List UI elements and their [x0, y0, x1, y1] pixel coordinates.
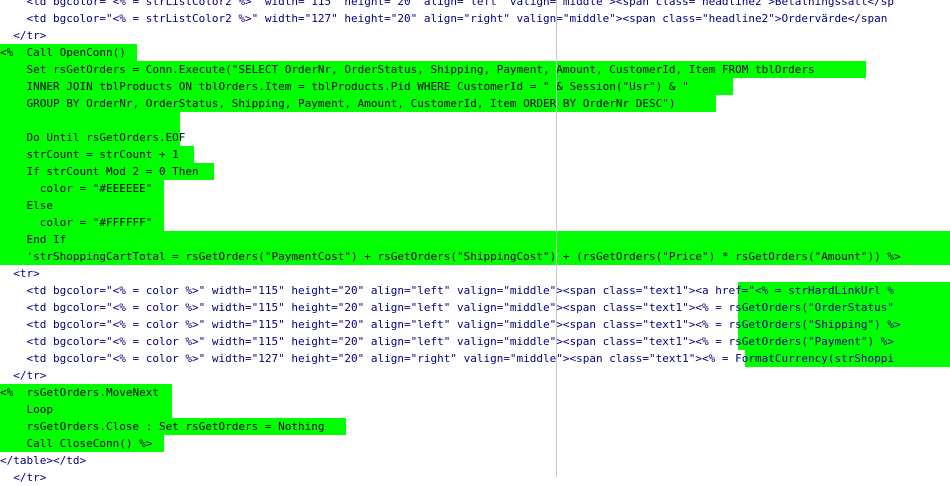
code-line[interactable]: strCount = strCount + 1: [0, 146, 950, 163]
code-line[interactable]: <td bgcolor="<% = strListColor2 %>" widt…: [0, 10, 950, 27]
code-text: Else: [0, 199, 53, 212]
code-line[interactable]: <% rsGetOrders.MoveNext: [0, 384, 950, 401]
code-text: </tr>: [0, 369, 47, 382]
code-line[interactable]: <td bgcolor="<% = strListColor2 %>" widt…: [0, 0, 950, 10]
code-line[interactable]: <td bgcolor="<% = color %>" width="115" …: [0, 299, 950, 316]
code-line[interactable]: End If: [0, 231, 950, 248]
code-text: <td bgcolor="<% = color %>" width="115" …: [0, 301, 895, 314]
code-line[interactable]: If strCount Mod 2 = 0 Then: [0, 163, 950, 180]
code-line[interactable]: Loop: [0, 401, 950, 418]
code-line[interactable]: </tr>: [0, 469, 950, 486]
code-text: End If: [0, 233, 67, 246]
code-line[interactable]: <% Call OpenConn(): [0, 44, 950, 61]
code-text: 'strShoppingCartTotal = rsGetOrders("Pay…: [0, 250, 901, 263]
code-text: <% rsGetOrders.MoveNext: [0, 386, 159, 399]
code-line[interactable]: <tr>: [0, 265, 950, 282]
code-text: <td bgcolor="<% = strListColor2 %>" widt…: [0, 0, 895, 8]
code-text: <td bgcolor="<% = color %>" width="115" …: [0, 284, 895, 297]
code-editor[interactable]: <td bgcolor="<% = strListColor2 %>" widt…: [0, 0, 950, 486]
code-line[interactable]: Else: [0, 197, 950, 214]
code-line[interactable]: </tr>: [0, 27, 950, 44]
code-line[interactable]: INNER JOIN tblProducts ON tblOrders.Item…: [0, 78, 950, 95]
code-text: </table></td>: [0, 454, 87, 467]
code-line[interactable]: </table></td>: [0, 452, 950, 469]
code-text: Set rsGetOrders = Conn.Execute("SELECT O…: [0, 63, 815, 76]
asp-highlight: [0, 231, 950, 248]
code-text: color = "#FFFFFF": [0, 216, 153, 229]
code-line[interactable]: rsGetOrders.Close : Set rsGetOrders = No…: [0, 418, 950, 435]
code-line[interactable]: <td bgcolor="<% = color %>" width="127" …: [0, 350, 950, 367]
code-line[interactable]: GROUP BY OrderNr, OrderStatus, Shipping,…: [0, 95, 950, 112]
code-line[interactable]: 'strShoppingCartTotal = rsGetOrders("Pay…: [0, 248, 950, 265]
code-line[interactable]: Call CloseConn() %>: [0, 435, 950, 452]
code-text: <tr>: [0, 267, 40, 280]
code-text: If strCount Mod 2 = 0 Then: [0, 165, 199, 178]
code-line[interactable]: </tr>: [0, 367, 950, 384]
code-text: <% Call OpenConn(): [0, 46, 126, 59]
code-text: <td bgcolor="<% = color %>" width="127" …: [0, 352, 895, 365]
code-text: Loop: [0, 403, 53, 416]
code-line[interactable]: color = "#FFFFFF": [0, 214, 950, 231]
print-margin-guide: [556, 0, 557, 477]
code-text: <td bgcolor="<% = strListColor2 %>" widt…: [0, 12, 888, 25]
code-text: <td bgcolor="<% = color %>" width="115" …: [0, 318, 901, 331]
code-text: strCount = strCount + 1: [0, 148, 179, 161]
code-text: GROUP BY OrderNr, OrderStatus, Shipping,…: [0, 97, 676, 110]
code-text: INNER JOIN tblProducts ON tblOrders.Item…: [0, 80, 689, 93]
code-text: <td bgcolor="<% = color %>" width="115" …: [0, 335, 895, 348]
code-text: </tr>: [0, 29, 47, 42]
code-line[interactable]: <td bgcolor="<% = color %>" width="115" …: [0, 316, 950, 333]
code-line[interactable]: Do Until rsGetOrders.EOF: [0, 129, 950, 146]
code-line[interactable]: color = "#EEEEEE": [0, 180, 950, 197]
code-line[interactable]: <td bgcolor="<% = color %>" width="115" …: [0, 282, 950, 299]
code-text: </tr>: [0, 471, 47, 484]
code-text: Do Until rsGetOrders.EOF: [0, 131, 186, 144]
asp-highlight: [0, 112, 180, 129]
code-text: Call CloseConn() %>: [0, 437, 153, 450]
code-text: color = "#EEEEEE": [0, 182, 153, 195]
code-line[interactable]: <td bgcolor="<% = color %>" width="115" …: [0, 333, 950, 350]
code-line[interactable]: Set rsGetOrders = Conn.Execute("SELECT O…: [0, 61, 950, 78]
code-text: rsGetOrders.Close : Set rsGetOrders = No…: [0, 420, 325, 433]
code-line[interactable]: [0, 112, 950, 129]
